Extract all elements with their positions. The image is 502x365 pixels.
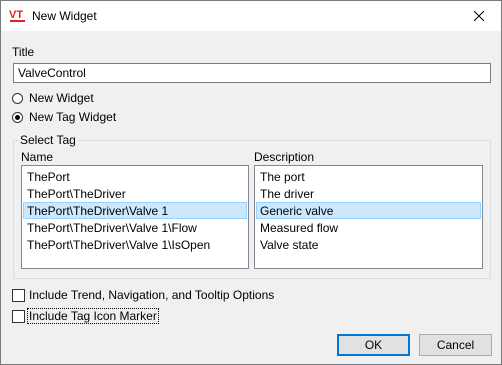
title-input[interactable] bbox=[13, 63, 491, 83]
new-tag-widget-radio-label[interactable]: New Tag Widget bbox=[29, 110, 116, 124]
description-column-header: Description bbox=[254, 150, 315, 164]
ok-button[interactable]: OK bbox=[337, 334, 410, 356]
select-tag-group-title: Select Tag bbox=[18, 133, 78, 147]
close-button[interactable] bbox=[457, 1, 501, 31]
name-column-header: Name bbox=[21, 150, 54, 164]
new-widget-radio-label[interactable]: New Widget bbox=[29, 91, 94, 105]
svg-text:VT: VT bbox=[9, 9, 23, 21]
vt-scada-logo-icon: VT bbox=[9, 9, 25, 22]
list-item[interactable]: ThePort\TheDriver\Valve 1\Flow bbox=[23, 219, 247, 236]
list-item[interactable]: The driver bbox=[256, 185, 481, 202]
list-item[interactable]: Valve state bbox=[256, 236, 481, 253]
new-widget-radio[interactable] bbox=[12, 93, 23, 104]
tag-description-list[interactable]: The port The driver Generic valve Measur… bbox=[254, 165, 483, 269]
include-icon-marker-checkbox[interactable] bbox=[12, 310, 25, 323]
include-trend-label[interactable]: Include Trend, Navigation, and Tooltip O… bbox=[29, 288, 274, 302]
list-item[interactable]: ThePort bbox=[23, 168, 247, 185]
include-trend-checkbox[interactable] bbox=[12, 289, 25, 302]
list-item[interactable]: ThePort\TheDriver\Valve 1\IsOpen bbox=[23, 236, 247, 253]
list-item[interactable]: Measured flow bbox=[256, 219, 481, 236]
cancel-button[interactable]: Cancel bbox=[419, 334, 492, 356]
new-widget-dialog: VT New Widget Title New Widget New Tag W… bbox=[0, 0, 502, 365]
list-item-selected[interactable]: ThePort\TheDriver\Valve 1 bbox=[23, 202, 247, 219]
window-title: New Widget bbox=[32, 9, 97, 23]
list-item-selected[interactable]: Generic valve bbox=[256, 202, 481, 219]
close-icon bbox=[474, 11, 484, 21]
title-label: Title bbox=[12, 45, 35, 59]
include-icon-marker-label[interactable]: Include Tag Icon Marker bbox=[27, 308, 159, 324]
new-tag-widget-radio[interactable] bbox=[12, 112, 23, 123]
title-bar: VT New Widget bbox=[1, 1, 501, 31]
list-item[interactable]: The port bbox=[256, 168, 481, 185]
list-item[interactable]: ThePort\TheDriver bbox=[23, 185, 247, 202]
tag-name-list[interactable]: ThePort ThePort\TheDriver ThePort\TheDri… bbox=[21, 165, 249, 269]
